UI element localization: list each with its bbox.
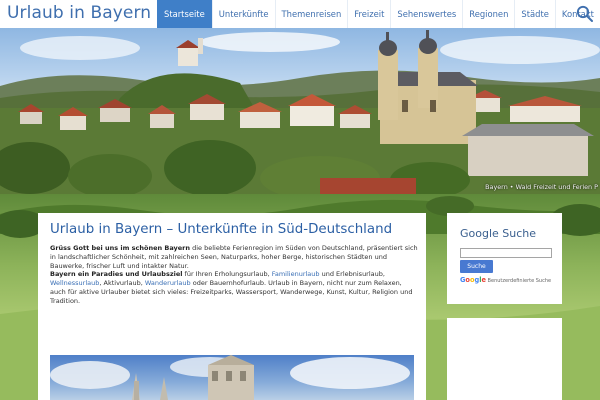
church-photo-illustration [50,355,410,400]
google-search-widget: Google Suche Suche Google Benutzerdefini… [447,213,562,304]
google-custom-search-branding: Google Benutzerdefinierte Suche [460,276,551,284]
intro-heading-1: Grüss Gott bei uns im schönen Bayern [50,244,191,252]
intro-text: Grüss Gott bei uns im schönen Bayern die… [50,244,418,306]
main-navigation: Startseite Unterkünfte Themenreisen Frei… [157,0,600,28]
link-wanderurlaub[interactable]: Wanderurlaub [145,279,191,287]
intro-text-c: , Aktivurlaub, [99,279,145,288]
hero-banner-image: Bayern • Wald Freizeit und Ferien P [0,28,600,194]
intro-text-b: und Erlebnisurlaub, [319,270,385,279]
nav-item-startseite[interactable]: Startseite [157,0,212,28]
nav-item-sehenswertes[interactable]: Sehenswertes [390,0,462,28]
intro-heading-2: Bayern ein Paradies und Urlaubsziel [50,270,183,279]
nav-item-freizeit[interactable]: Freizeit [347,0,390,28]
widget-title: Google Suche [460,227,537,240]
search-icon[interactable] [574,3,596,25]
page-title: Urlaub in Bayern – Unterkünfte in Süd-De… [50,222,393,237]
custom-search-label: Benutzerdefinierte Suche [485,278,552,284]
nav-item-staedte[interactable]: Städte [514,0,555,28]
intro-text-a: für Ihren Erholungsurlaub, [182,270,272,279]
site-header: Urlaub in Bayern Startseite Unterkünfte … [0,0,600,28]
hero-caption: Bayern • Wald Freizeit und Ferien P [485,183,598,191]
sidebar-widget-empty [447,318,562,400]
search-input[interactable] [460,248,552,258]
nav-item-unterkuenfte[interactable]: Unterkünfte [211,0,275,28]
site-title[interactable]: Urlaub in Bayern [7,3,151,23]
link-wellnessurlaub[interactable]: Wellnessurlaub [50,279,99,287]
nav-item-themenreisen[interactable]: Themenreisen [274,0,348,28]
hero-landscape-illustration [0,30,600,194]
main-content-panel: Urlaub in Bayern – Unterkünfte in Süd-De… [38,213,426,400]
content-photo [50,355,414,400]
google-logo: Google [460,276,486,284]
search-button[interactable]: Suche [460,260,493,273]
nav-item-regionen[interactable]: Regionen [462,0,514,28]
link-familienurlaub[interactable]: Familienurlaub [272,270,320,278]
